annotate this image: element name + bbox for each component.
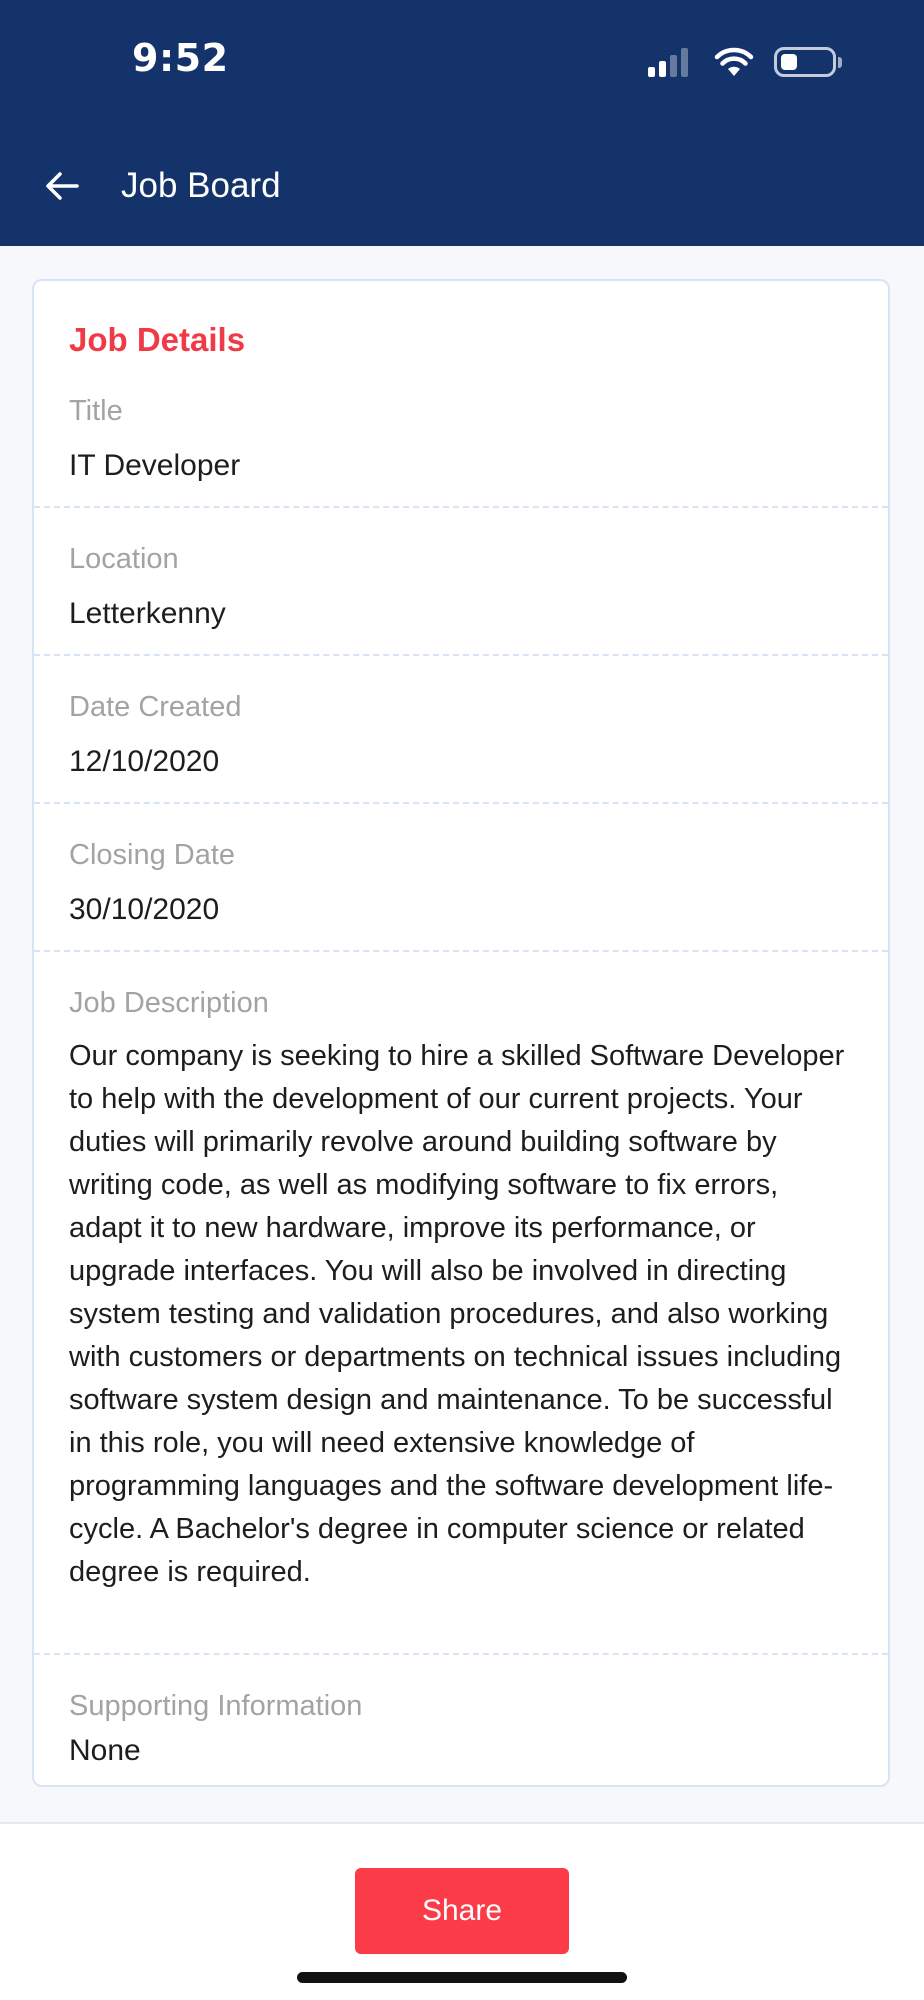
battery-cap <box>838 56 842 68</box>
closing-date-value: 30/10/2020 <box>69 893 220 926</box>
job-description-text: Our company is seeking to hire a skilled… <box>69 1040 845 1588</box>
title-label: Title <box>69 395 123 427</box>
divider <box>34 654 888 656</box>
location-field: Location Letterkenny <box>34 539 888 635</box>
cellular-signal-icon <box>648 47 692 77</box>
job-description-field: Job Description Our company is seeking t… <box>34 983 888 1594</box>
supporting-info-label: Supporting Information <box>69 1690 363 1722</box>
closing-date-field: Closing Date 30/10/2020 <box>34 835 888 931</box>
divider <box>34 950 888 952</box>
supporting-info-value: None <box>69 1734 141 1767</box>
job-description-label: Job Description <box>69 987 269 1019</box>
closing-date-label: Closing Date <box>69 839 236 871</box>
location-label: Location <box>69 543 179 575</box>
job-details-heading: Job Details <box>69 321 246 358</box>
arrow-left-icon <box>46 172 79 200</box>
back-button[interactable] <box>40 164 84 208</box>
page-title: Job Board <box>121 166 281 205</box>
battery-icon <box>774 47 836 77</box>
date-created-field: Date Created 12/10/2020 <box>34 687 888 783</box>
share-button[interactable]: Share <box>355 1868 569 1954</box>
date-created-label: Date Created <box>69 691 242 723</box>
divider <box>34 802 888 804</box>
status-time: 9:52 <box>132 36 229 80</box>
status-icons <box>648 45 842 79</box>
title-field: Title IT Developer <box>34 391 888 487</box>
title-value: IT Developer <box>69 449 241 482</box>
divider <box>34 506 888 508</box>
location-value: Letterkenny <box>69 597 226 630</box>
job-details-card: Job Details Title IT Developer Location … <box>32 279 890 1787</box>
wifi-icon <box>714 47 754 76</box>
supporting-info-field: Supporting Information None <box>34 1686 888 1772</box>
divider <box>34 1653 888 1655</box>
date-created-value: 12/10/2020 <box>69 745 220 778</box>
app-header: 9:52 Job Board <box>0 0 924 246</box>
home-indicator <box>297 1972 627 1983</box>
